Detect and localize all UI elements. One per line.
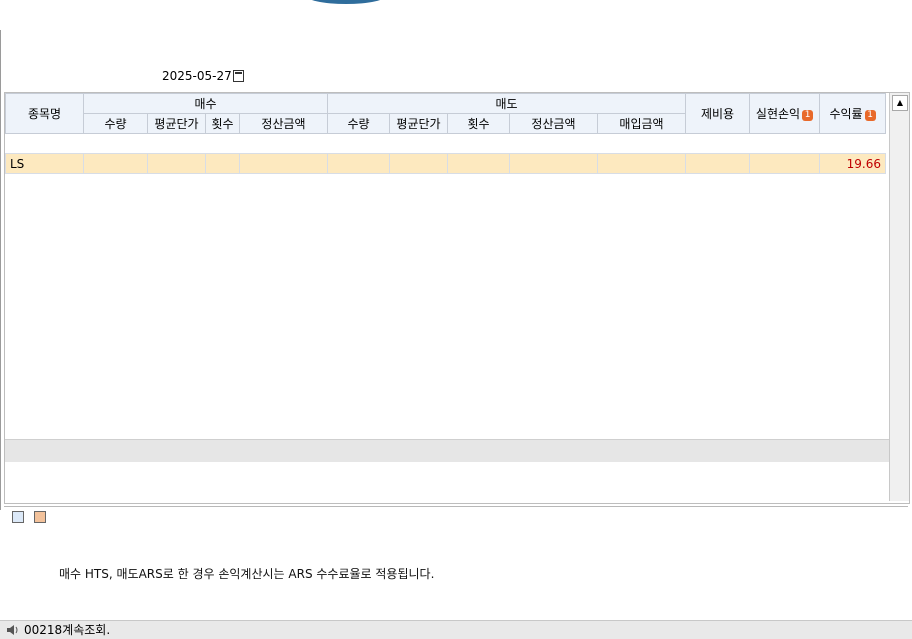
header-sell-qty[interactable]: 수량 [327,113,390,134]
cell-fee [685,153,750,174]
grid-table: 종목명 매수 매도 제비용 실현손익 1 수익률 1 수량 평균단가 횟수 정산금액… [5,93,886,174]
info-icon[interactable] [12,511,24,523]
header-buy-avg-price[interactable]: 평균단가 [147,113,206,134]
realized-pl-label: 실현손익 [755,107,801,121]
info-badge-icon[interactable]: 1 [802,110,814,121]
cell-buy-avg-price [147,153,206,174]
window-title-decoration [305,0,387,4]
total-row [5,439,889,462]
cell-sell-settle [509,153,598,174]
cell-buy-qty [83,153,148,174]
vertical-scrollbar[interactable]: ▲ [889,93,909,501]
cell-stock-name: LS [5,153,84,174]
header-sell-settle-amount[interactable]: 정산금액 [509,113,598,134]
alert-icon[interactable] [34,511,46,523]
date-input[interactable]: 2025-05-27 [162,68,242,84]
cell-purchase-amount [597,153,686,174]
header-buy-qty[interactable]: 수량 [83,113,148,134]
header-buy: 매수 [83,93,328,114]
scroll-up-icon[interactable]: ▲ [892,95,908,111]
cell-sell-qty [327,153,390,174]
fee-notice-text: 매수 HTS, 매도ARS로 한 경우 손익계산시는 ARS 수수료율로 적용됩… [59,567,435,581]
header-buy-settle-amount[interactable]: 정산금액 [239,113,328,134]
return-rate-label: 수익률 [829,107,863,121]
header-fee[interactable]: 제비용 [685,93,750,134]
blank-row [6,134,886,154]
table-row[interactable]: LS 19.66 [5,153,886,174]
cell-buy-count [205,153,240,174]
header-name[interactable]: 종목명 [5,93,84,134]
cell-buy-settle [239,153,328,174]
query-bar: 2025-05-27 [0,66,912,88]
notice-panel: 매수 HTS, 매도ARS로 한 경우 손익계산시는 ARS 수수료율로 적용됩… [4,506,908,601]
cell-sell-count [447,153,510,174]
info-badge-icon[interactable]: 1 [864,110,876,121]
speaker-icon[interactable] [6,624,20,636]
profit-loss-grid: 종목명 매수 매도 제비용 실현손익 1 수익률 1 수량 평균단가 횟수 정산금액… [4,92,910,504]
cell-return-rate: 19.66 [819,153,886,174]
header-buy-count[interactable]: 횟수 [205,113,240,134]
cell-sell-avg-price [389,153,448,174]
header-return-rate[interactable]: 수익률 1 [819,93,886,134]
status-message: 00218계속조회. [24,623,111,637]
header-realized-pl[interactable]: 실현손익 1 [749,93,820,134]
status-bar: 00218계속조회. [0,620,912,639]
cell-realized-pl [749,153,820,174]
calendar-icon[interactable] [233,70,244,82]
header-purchase-amount[interactable]: 매입금액 [597,113,686,134]
header-sell-count[interactable]: 횟수 [447,113,510,134]
header-sell: 매도 [327,93,686,114]
header-sell-avg-price[interactable]: 평균단가 [389,113,448,134]
